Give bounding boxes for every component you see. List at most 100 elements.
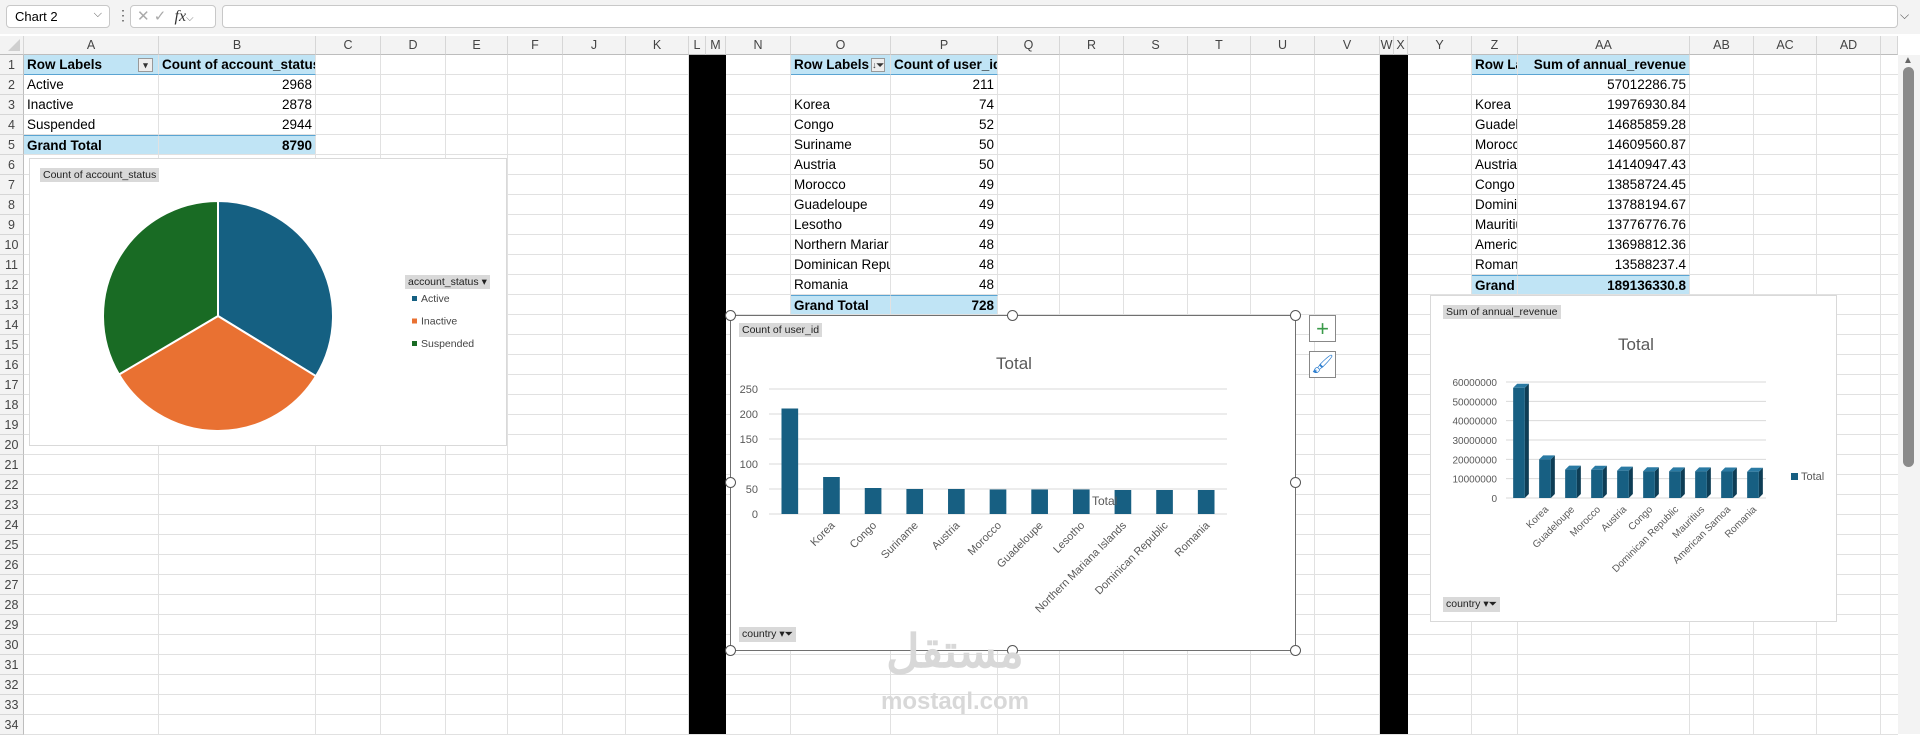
expand-formula-bar-icon[interactable]: ⌵: [1900, 8, 1909, 23]
column-header-ac[interactable]: AC: [1754, 36, 1817, 55]
column-header-a[interactable]: A: [24, 36, 159, 55]
pivot-header-row[interactable]: Row Labels ▾ Count of account_status: [24, 55, 316, 75]
value-cell[interactable]: 48: [891, 275, 998, 295]
pivot-data-row[interactable]: Congo 52: [791, 115, 998, 135]
resize-handle[interactable]: [1290, 477, 1301, 488]
pivot-data-row[interactable]: Guadelou 14685859.28: [1472, 115, 1690, 135]
dropdown-icon[interactable]: ▾: [482, 276, 487, 288]
value-cell[interactable]: 48: [891, 255, 998, 275]
column-header-o[interactable]: O: [791, 36, 891, 55]
pivot-data-row[interactable]: Lesotho 49: [791, 215, 998, 235]
row-header-29[interactable]: 29: [0, 615, 24, 635]
pivot-data-row[interactable]: Romania 48: [791, 275, 998, 295]
row-label-cell[interactable]: Congo: [1472, 175, 1518, 195]
row-header-6[interactable]: 6: [0, 155, 24, 175]
value-field-button[interactable]: Count of user_id: [739, 323, 823, 337]
column-header-q[interactable]: Q: [998, 36, 1060, 55]
resize-handle[interactable]: [725, 310, 736, 321]
value-field-button[interactable]: Sum of annual_revenue: [1443, 305, 1561, 319]
column-header-e[interactable]: E: [446, 36, 508, 55]
row-label-cell[interactable]: Row La↓⏷: [1472, 55, 1518, 75]
row-label-cell[interactable]: Northern Mariar: [791, 235, 891, 255]
value-cell[interactable]: 2878: [159, 95, 316, 115]
cancel-icon[interactable]: ✕: [137, 8, 150, 25]
row-label-cell[interactable]: Grand Total: [791, 295, 891, 315]
row-label-cell[interactable]: Romania: [791, 275, 891, 295]
row-header-9[interactable]: 9: [0, 215, 24, 235]
scroll-up-icon[interactable]: ▲: [1903, 55, 1913, 66]
column-header-s[interactable]: S: [1124, 36, 1188, 55]
pivot-data-row[interactable]: 57012286.75: [1472, 75, 1690, 95]
row-label-cell[interactable]: Row Labels ↓⏷: [791, 55, 891, 75]
column-header-r[interactable]: R: [1060, 36, 1124, 55]
row-header-16[interactable]: 16: [0, 355, 24, 375]
row-label-cell[interactable]: American: [1472, 235, 1518, 255]
value-cell[interactable]: 189136330.8: [1518, 275, 1690, 295]
enter-icon[interactable]: ✓: [154, 8, 167, 25]
pivot-data-row[interactable]: Guadeloupe 49: [791, 195, 998, 215]
pivot-data-row[interactable]: Dominica 13788194.67: [1472, 195, 1690, 215]
row-header-5[interactable]: 5: [0, 135, 24, 155]
row-label-cell[interactable]: Grand Tot: [1472, 275, 1518, 295]
pivot-data-row[interactable]: Morocco 49: [791, 175, 998, 195]
row-header-15[interactable]: 15: [0, 335, 24, 355]
row-label-cell[interactable]: Dominican Repu: [791, 255, 891, 275]
pivot-grand-total-row[interactable]: Grand Total 728: [791, 295, 998, 315]
row-label-cell[interactable]: [791, 75, 891, 95]
value-cell[interactable]: 14609560.87: [1518, 135, 1690, 155]
axis-field-button[interactable]: country ▾⏷: [1443, 597, 1501, 612]
pivot-data-row[interactable]: Congo 13858724.45: [1472, 175, 1690, 195]
column-header-m[interactable]: M: [706, 36, 726, 55]
column-header-v[interactable]: V: [1315, 36, 1380, 55]
pivot-grand-total-row[interactable]: Grand Total 8790: [24, 135, 316, 155]
row-header-24[interactable]: 24: [0, 515, 24, 535]
value-cell[interactable]: 2944: [159, 115, 316, 135]
row-header-7[interactable]: 7: [0, 175, 24, 195]
row-label-cell[interactable]: Row Labels ▾: [24, 55, 159, 75]
pivot-header-row[interactable]: Row La↓⏷ Sum of annual_revenue: [1472, 55, 1690, 75]
row-header-13[interactable]: 13: [0, 295, 24, 315]
row-header-3[interactable]: 3: [0, 95, 24, 115]
row-label-cell[interactable]: Inactive: [24, 95, 159, 115]
column-header-aa[interactable]: AA: [1518, 36, 1690, 55]
column-header-d[interactable]: D: [381, 36, 446, 55]
row-header-1[interactable]: 1: [0, 55, 24, 75]
row-header-19[interactable]: 19: [0, 415, 24, 435]
pivot-data-row[interactable]: Suriname 50: [791, 135, 998, 155]
pivot-data-row[interactable]: Romania 13588237.4: [1472, 255, 1690, 275]
value-cell[interactable]: Count of user_id: [891, 55, 998, 75]
resize-handle[interactable]: [1007, 645, 1018, 656]
value-cell[interactable]: 57012286.75: [1518, 75, 1690, 95]
row-header-11[interactable]: 11: [0, 255, 24, 275]
resize-handle[interactable]: [1007, 310, 1018, 321]
row-header-25[interactable]: 25: [0, 535, 24, 555]
value-cell[interactable]: 50: [891, 155, 998, 175]
pivot-table-user-count[interactable]: Row Labels ↓⏷ Count of user_id 211 Korea 74 Co…: [791, 55, 998, 315]
row-header-2[interactable]: 2: [0, 75, 24, 95]
row-header-14[interactable]: 14: [0, 315, 24, 335]
vertical-scrollbar[interactable]: ▲: [1898, 55, 1920, 734]
pivot-data-row[interactable]: Active 2968: [24, 75, 316, 95]
row-header-20[interactable]: 20: [0, 435, 24, 455]
column-header-c[interactable]: C: [316, 36, 381, 55]
column-header-z[interactable]: Z: [1472, 36, 1518, 55]
row-label-cell[interactable]: Lesotho: [791, 215, 891, 235]
legend-field-button[interactable]: account_status ▾: [405, 275, 490, 289]
row-label-cell[interactable]: Mauritius: [1472, 215, 1518, 235]
insert-function-icon[interactable]: fx: [175, 8, 187, 25]
chevron-down-icon[interactable]: ⌵: [94, 8, 102, 21]
pivot-data-row[interactable]: 211: [791, 75, 998, 95]
pivot-data-row[interactable]: Austria 14140947.43: [1472, 155, 1690, 175]
column-header-w[interactable]: W: [1380, 36, 1394, 55]
pivot-table-account-status[interactable]: Row Labels ▾ Count of account_status Active…: [24, 55, 316, 155]
pivot-data-row[interactable]: Mauritius 13776776.76: [1472, 215, 1690, 235]
column-header-b[interactable]: B: [159, 36, 316, 55]
row-header-28[interactable]: 28: [0, 595, 24, 615]
pivot-data-row[interactable]: Korea 19976930.84: [1472, 95, 1690, 115]
column-header-x[interactable]: X: [1394, 36, 1408, 55]
row-header-30[interactable]: 30: [0, 635, 24, 655]
value-cell[interactable]: Sum of annual_revenue: [1518, 55, 1690, 75]
value-cell[interactable]: 48: [891, 235, 998, 255]
row-label-cell[interactable]: Morocco: [791, 175, 891, 195]
value-cell[interactable]: 50: [891, 135, 998, 155]
